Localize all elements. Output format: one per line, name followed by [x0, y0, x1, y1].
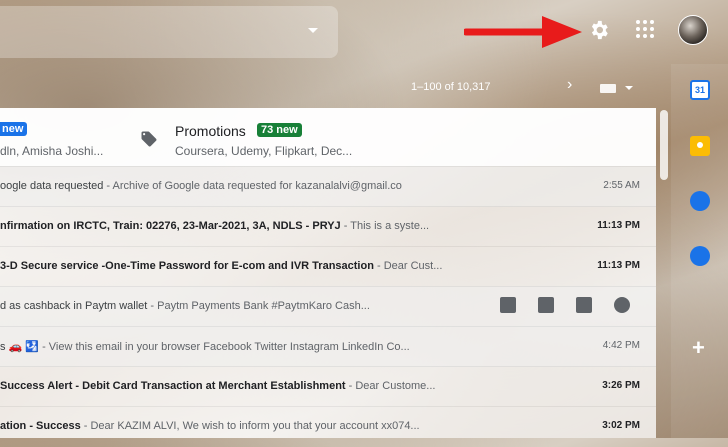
apps-grid-icon[interactable]	[636, 20, 654, 38]
settings-gear-icon[interactable]	[586, 17, 612, 43]
delete-icon[interactable]	[538, 297, 554, 313]
email-subject: oogle data requested	[0, 180, 104, 192]
calendar-icon[interactable]: 31	[690, 80, 710, 100]
email-time: 11:13 PM	[597, 260, 640, 271]
search-options-icon[interactable]	[308, 28, 318, 33]
email-list: new dln, Amisha Joshi... Promotions 73 n…	[0, 108, 656, 438]
email-snippet: - Archive of Google data requested for k…	[103, 180, 402, 192]
inbox-tabs: new dln, Amisha Joshi... Promotions 73 n…	[0, 108, 656, 166]
email-snippet: - This is a syste...	[340, 220, 430, 232]
email-snippet: - Dear Cust...	[373, 260, 443, 272]
email-subject: s 🚗 🛂	[0, 341, 40, 353]
tag-icon	[141, 131, 157, 147]
email-subject: 3-D Secure service -One-Time Password fo…	[0, 260, 374, 272]
next-page-icon[interactable]: ›	[567, 76, 572, 94]
keyboard-icon[interactable]	[600, 84, 616, 93]
scrollbar[interactable]	[660, 110, 668, 180]
email-snippet: - Dear Custome...	[345, 380, 436, 392]
email-time: 3:02 PM	[602, 420, 640, 431]
snooze-icon[interactable]	[614, 297, 630, 313]
pagination-text: 1–100 of 10,317	[411, 81, 491, 93]
email-time: 11:13 PM	[597, 220, 640, 231]
row-hover-actions	[500, 297, 630, 313]
contacts-icon[interactable]	[690, 246, 710, 266]
promotions-label: Promotions	[175, 123, 246, 139]
mark-read-icon[interactable]	[576, 297, 592, 313]
tasks-icon[interactable]	[690, 191, 710, 211]
email-subject: nfirmation on IRCTC, Train: 02276, 23-Ma…	[0, 220, 341, 232]
promotions-senders: Coursera, Udemy, Flipkart, Dec...	[175, 144, 353, 158]
email-row[interactable]: Success Alert - Debit Card Transaction a…	[0, 366, 656, 407]
email-subject: d as cashback in Paytm wallet	[0, 300, 148, 312]
red-arrow-annotation	[464, 16, 582, 48]
email-subject: Success Alert - Debit Card Transaction a…	[0, 380, 346, 392]
email-time: 2:55 AM	[603, 180, 640, 191]
add-addon-icon[interactable]: +	[692, 335, 705, 361]
email-snippet: - Dear KAZIM ALVI, We wish to inform you…	[80, 420, 420, 432]
avatar[interactable]	[678, 15, 708, 45]
email-row[interactable]: ation - Success - Dear KAZIM ALVI, We wi…	[0, 406, 656, 447]
email-row[interactable]: nfirmation on IRCTC, Train: 02276, 23-Ma…	[0, 206, 656, 247]
email-snippet: - Paytm Payments Bank #PaytmKaro Cash...	[147, 300, 370, 312]
email-row[interactable]: oogle data requested - Archive of Google…	[0, 166, 656, 207]
primary-new-badge: new	[0, 122, 28, 136]
email-time: 4:42 PM	[602, 340, 640, 351]
email-snippet: - View this email in your browser Facebo…	[39, 341, 410, 353]
email-time: 3:26 PM	[602, 380, 640, 391]
input-tools-dropdown-icon[interactable]	[625, 86, 633, 90]
promotions-new-badge: 73 new	[257, 123, 302, 137]
search-bar[interactable]	[0, 6, 338, 58]
email-subject: ation - Success	[0, 420, 81, 432]
email-row[interactable]: d as cashback in Paytm wallet - Paytm Pa…	[0, 286, 656, 327]
email-row[interactable]: 3-D Secure service -One-Time Password fo…	[0, 246, 656, 287]
archive-icon[interactable]	[500, 297, 516, 313]
email-row[interactable]: s 🚗 🛂 - View this email in your browser …	[0, 326, 656, 367]
keep-icon[interactable]	[690, 136, 710, 156]
primary-senders: dln, Amisha Joshi...	[0, 144, 104, 158]
